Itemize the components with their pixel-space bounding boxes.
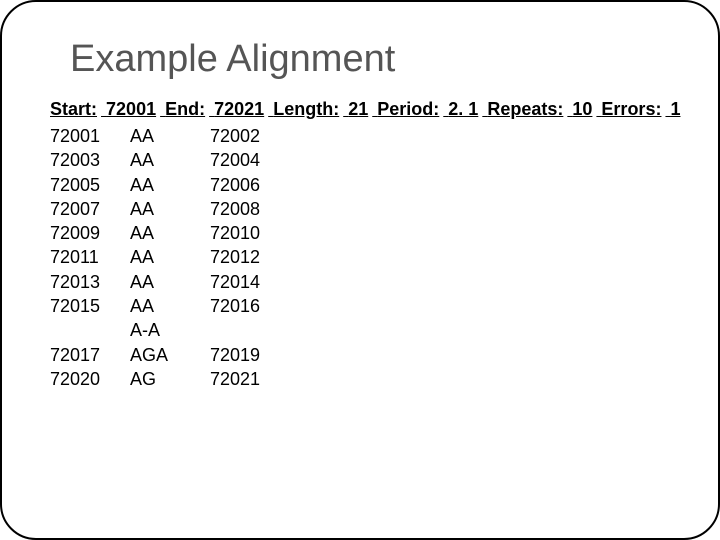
- slide-frame: Example Alignment Start: 72001 End: 7202…: [0, 0, 720, 540]
- row-seq: AA: [130, 197, 210, 221]
- row-seq: A-A: [130, 318, 210, 342]
- length-label: Length:: [273, 99, 339, 119]
- row-left: [50, 318, 130, 342]
- table-row: 72005 AA 72006: [50, 173, 670, 197]
- row-seq: AA: [130, 173, 210, 197]
- row-left: 72015: [50, 294, 130, 318]
- row-left: 72017: [50, 343, 130, 367]
- start-value: 72001: [106, 99, 156, 119]
- row-seq: AA: [130, 294, 210, 318]
- row-seq: AA: [130, 221, 210, 245]
- row-right: 72021: [210, 367, 290, 391]
- row-left: 72013: [50, 270, 130, 294]
- table-row: 72009 AA 72010: [50, 221, 670, 245]
- row-left: 72007: [50, 197, 130, 221]
- row-left: 72020: [50, 367, 130, 391]
- table-row: 72001 AA 72002: [50, 124, 670, 148]
- table-row: 72013 AA 72014: [50, 270, 670, 294]
- row-seq: AG: [130, 367, 210, 391]
- row-left: 72005: [50, 173, 130, 197]
- start-label: Start:: [50, 99, 97, 119]
- table-row: A-A: [50, 318, 670, 342]
- row-right: 72016: [210, 294, 290, 318]
- row-seq: AA: [130, 245, 210, 269]
- alignment-table: 72001 AA 72002 72003 AA 72004 72005 AA 7…: [50, 124, 670, 391]
- row-right: 72006: [210, 173, 290, 197]
- row-left: 72001: [50, 124, 130, 148]
- row-right: 72002: [210, 124, 290, 148]
- end-label: End:: [165, 99, 205, 119]
- table-row: 72007 AA 72008: [50, 197, 670, 221]
- repeats-value: 10: [572, 99, 592, 119]
- row-right: 72019: [210, 343, 290, 367]
- row-left: 72009: [50, 221, 130, 245]
- repeats-label: Repeats:: [487, 99, 563, 119]
- row-left: 72003: [50, 148, 130, 172]
- row-right: 72004: [210, 148, 290, 172]
- row-right: 72010: [210, 221, 290, 245]
- table-row: 72020 AG 72021: [50, 367, 670, 391]
- row-seq: AA: [130, 148, 210, 172]
- period-value: 2. 1: [448, 99, 478, 119]
- table-row: 72011 AA 72012: [50, 245, 670, 269]
- row-seq: AA: [130, 270, 210, 294]
- row-left: 72011: [50, 245, 130, 269]
- row-right: 72012: [210, 245, 290, 269]
- page-title: Example Alignment: [70, 38, 670, 81]
- errors-label: Errors:: [601, 99, 661, 119]
- table-row: 72003 AA 72004: [50, 148, 670, 172]
- errors-value: 1: [670, 99, 680, 119]
- row-right: 72014: [210, 270, 290, 294]
- end-value: 72021: [214, 99, 264, 119]
- row-right: [210, 318, 290, 342]
- table-row: 72017 AGA 72019: [50, 343, 670, 367]
- row-seq: AA: [130, 124, 210, 148]
- table-row: 72015 AA 72016: [50, 294, 670, 318]
- alignment-summary: Start: 72001 End: 72021 Length: 21 Perio…: [50, 99, 670, 120]
- row-seq: AGA: [130, 343, 210, 367]
- row-right: 72008: [210, 197, 290, 221]
- length-value: 21: [348, 99, 368, 119]
- period-label: Period:: [377, 99, 439, 119]
